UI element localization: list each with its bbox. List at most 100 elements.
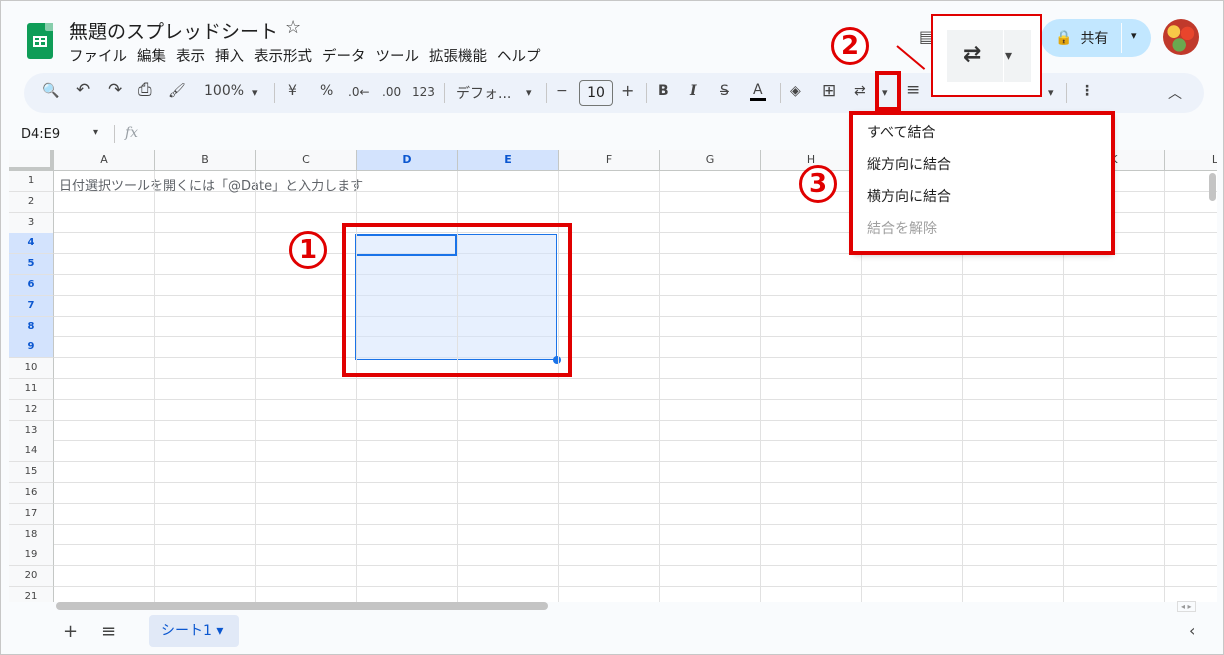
currency-format-button[interactable]: ¥ [288, 83, 297, 99]
share-dropdown-icon[interactable]: ▾ [1131, 29, 1137, 42]
more-formats-button[interactable]: 123 [412, 85, 435, 99]
row-header-19[interactable]: 19 [9, 545, 54, 567]
formula-fx-icon: fx [125, 125, 139, 141]
column-header-a[interactable]: A [54, 150, 155, 171]
menu-edit[interactable]: 編集 [137, 45, 172, 66]
step-2-badge: 2 [831, 27, 869, 65]
column-header-c[interactable]: C [256, 150, 357, 171]
menu-format[interactable]: 表示形式 [254, 45, 318, 66]
strikethrough-button[interactable]: S̶ [720, 83, 729, 99]
fill-color-icon[interactable]: ◈ [790, 83, 801, 99]
menu-insert[interactable]: 挿入 [215, 45, 250, 66]
lock-icon: 🔒 [1055, 30, 1073, 46]
row-header-18[interactable]: 18 [9, 524, 54, 546]
avatar[interactable] [1163, 19, 1199, 55]
document-title[interactable]: 無題のスプレッドシート [69, 17, 278, 44]
horizontal-scrollbar[interactable] [56, 602, 548, 610]
row-header-9[interactable]: 9 [9, 337, 54, 359]
share-label: 共有 [1080, 31, 1109, 47]
row-header-12[interactable]: 12 [9, 399, 54, 421]
italic-button[interactable]: I [690, 83, 697, 99]
share-button[interactable]: 🔒 共有 ▾ [1041, 19, 1151, 57]
collapse-menus-icon[interactable]: ︿ [1168, 83, 1182, 103]
more-options-icon[interactable]: ⋮ [1080, 83, 1094, 99]
font-chevron-down-icon[interactable]: ▾ [526, 86, 532, 99]
column-header-l[interactable]: L [1165, 150, 1217, 171]
all-sheets-button[interactable]: ≡ [101, 621, 116, 642]
undo-icon[interactable]: ↶ [76, 80, 90, 100]
callout-button: ⇄ ▾ [947, 30, 1031, 82]
row-header-16[interactable]: 16 [9, 483, 54, 504]
name-box[interactable]: D4:E9 [21, 127, 60, 142]
grid-hline [54, 419, 1217, 421]
grid-hline [54, 523, 1217, 525]
grid-vline [255, 171, 256, 602]
vertical-scrollbar[interactable] [1209, 173, 1216, 201]
row-header-4[interactable]: 4 [9, 233, 54, 255]
row-header-17[interactable]: 17 [9, 503, 54, 525]
borders-icon[interactable]: ⊞ [822, 81, 836, 101]
menu-file[interactable]: ファイル [69, 45, 133, 66]
toolbar-divider [546, 83, 547, 103]
search-menus-icon[interactable]: 🔍 [42, 83, 59, 99]
redo-icon[interactable]: ↷ [108, 80, 122, 100]
add-sheet-button[interactable]: + [63, 621, 78, 642]
row-header-7[interactable]: 7 [9, 295, 54, 317]
print-icon[interactable]: ⎙ [138, 80, 152, 100]
row-header-14[interactable]: 14 [9, 441, 54, 463]
font-size-decrease-button[interactable]: − [556, 83, 568, 99]
grid-hline [54, 461, 1217, 463]
toolbar-divider [1066, 83, 1067, 103]
menu-view[interactable]: 表示 [176, 45, 211, 66]
row-header-8[interactable]: 8 [9, 316, 54, 338]
row-header-21[interactable]: 21 [9, 587, 54, 602]
row-header-2[interactable]: 2 [9, 191, 54, 213]
row-header-10[interactable]: 10 [9, 358, 54, 380]
name-box-chevron-down-icon[interactable]: ▾ [93, 127, 98, 138]
row-header-6[interactable]: 6 [9, 275, 54, 296]
column-header-d[interactable]: D [357, 150, 458, 171]
menu-tools[interactable]: ツール [376, 45, 426, 66]
menu-data[interactable]: データ [322, 45, 372, 66]
font-size-input[interactable]: 10 [579, 80, 613, 106]
paint-format-icon[interactable]: 🖌 [168, 83, 186, 99]
column-header-e[interactable]: E [458, 150, 559, 171]
menu-extensions[interactable]: 拡張機能 [429, 45, 493, 66]
menu-help[interactable]: ヘルプ [497, 45, 547, 66]
text-color-icon: A [750, 82, 766, 101]
decrease-decimal-button[interactable]: .0← [348, 85, 370, 99]
row-header-20[interactable]: 20 [9, 566, 54, 588]
bold-button[interactable]: B [658, 83, 669, 99]
font-family-select[interactable]: デフォ... [456, 83, 511, 103]
formula-divider [114, 125, 115, 143]
column-header-f[interactable]: F [559, 150, 660, 171]
grid-hline [54, 440, 1217, 442]
grid-vline [760, 171, 761, 602]
row-header-5[interactable]: 5 [9, 254, 54, 276]
merge-cells-icon[interactable]: ⇄ [854, 83, 866, 99]
chevron-down-icon: ▾ [1005, 48, 1013, 64]
select-all-corner[interactable] [9, 150, 54, 171]
zoom-select[interactable]: 100% [204, 83, 244, 99]
percent-format-button[interactable]: % [320, 83, 333, 99]
sheet-tab-bar: + ≡ シート1 ▾ ‹ [9, 613, 1217, 651]
more-chevron-down-icon[interactable]: ▾ [1048, 86, 1054, 99]
tab-sheet1[interactable]: シート1 ▾ [149, 615, 239, 647]
column-header-g[interactable]: G [660, 150, 761, 171]
horizontal-align-icon[interactable]: ≡ [906, 80, 920, 100]
cell-a1-hint: 日付選択ツールを開くには「@Date」と入力します [59, 179, 364, 194]
star-icon[interactable]: ☆ [285, 17, 301, 38]
row-header-3[interactable]: 3 [9, 212, 54, 234]
sheets-logo-icon[interactable] [27, 23, 53, 59]
row-header-15[interactable]: 15 [9, 462, 54, 484]
row-header-1[interactable]: 1 [9, 171, 54, 192]
column-header-b[interactable]: B [155, 150, 256, 171]
font-size-increase-button[interactable]: + [621, 81, 634, 100]
explore-collapse-icon[interactable]: ‹ [1189, 621, 1195, 640]
text-color-button[interactable]: A [750, 82, 766, 101]
row-header-11[interactable]: 11 [9, 379, 54, 400]
increase-decimal-button[interactable]: .00 [382, 85, 401, 99]
row-header-13[interactable]: 13 [9, 420, 54, 442]
scroll-arrows-icon[interactable]: ◂ ▸ [1177, 601, 1196, 612]
zoom-chevron-down-icon[interactable]: ▾ [252, 86, 258, 99]
